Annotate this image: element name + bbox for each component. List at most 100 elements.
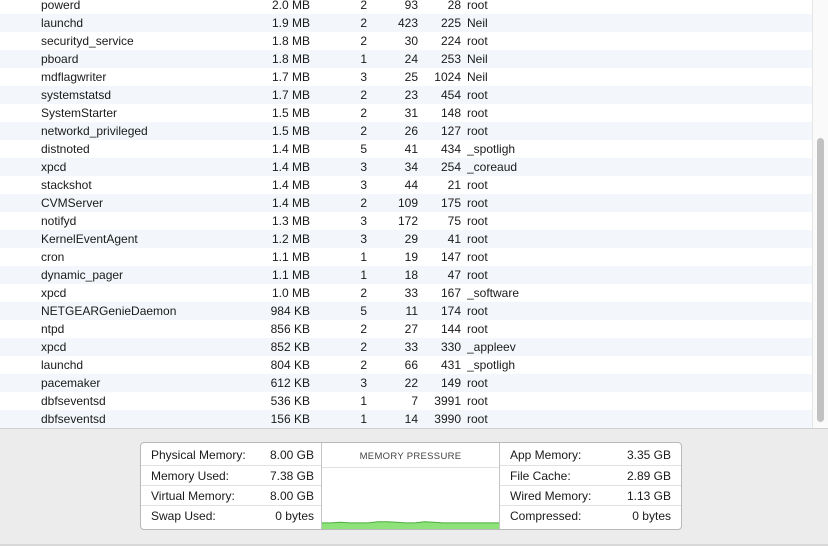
table-row[interactable]: launchd 1.9 MB 2 423 225 Neil [0,14,812,32]
cell-name: NETGEARGenieDaemon [41,304,177,318]
table-row[interactable]: pboard 1.8 MB 1 24 253 Neil [0,50,812,68]
process-list[interactable]: powerd 2.0 MB 2 93 28 root launchd 1.9 MB 2 423 22… [0,0,828,428]
table-row[interactable]: notifyd 1.3 MB 3 172 75 root [0,212,812,230]
cell-threads: 2 [360,16,367,30]
memory-pressure-panel: MEMORY PRESSURE [322,443,500,529]
cell-threads: 2 [360,106,367,120]
cell-user: Neil [467,16,488,30]
cell-memory: 612 KB [270,376,310,390]
table-row[interactable]: SystemStarter 1.5 MB 2 31 148 root [0,104,812,122]
scrollbar-thumb[interactable] [817,138,824,422]
cell-threads: 2 [360,322,367,336]
table-row[interactable]: mdflagwriter 1.7 MB 3 25 1024 Neil [0,68,812,86]
cell-name: xpcd [41,286,67,300]
table-row[interactable]: networkd_privileged 1.5 MB 2 26 127 root [0,122,812,140]
stat-label: Swap Used: [151,509,216,523]
cell-ports: 11 [405,304,418,318]
cell-threads: 1 [360,250,367,264]
cell-memory: 536 KB [270,394,310,408]
cell-threads: 2 [360,340,367,354]
table-row[interactable]: xpcd 1.0 MB 2 33 167 _software [0,284,812,302]
cell-ports: 26 [404,124,418,138]
cell-memory: 1.7 MB [271,88,310,102]
table-row[interactable]: stackshot 1.4 MB 3 44 21 root [0,176,812,194]
cell-name: systemstatsd [41,88,112,102]
table-row[interactable]: xpcd 852 KB 2 33 330 _appleev [0,338,812,356]
cell-name: SystemStarter [41,106,118,120]
scrollbar[interactable] [812,0,828,428]
stat-label: Virtual Memory: [151,489,235,503]
table-row[interactable]: ntpd 856 KB 2 27 144 root [0,320,812,338]
cell-ports: 18 [404,268,418,282]
cell-threads: 3 [360,376,367,390]
cell-ports: 41 [404,142,418,156]
cell-threads: 2 [360,34,367,48]
table-row[interactable]: distnoted 1.4 MB 5 41 434 _spotligh [0,140,812,158]
cell-ports: 19 [404,250,418,264]
stat-value: 0 bytes [275,509,314,523]
table-row[interactable]: pacemaker 612 KB 3 22 149 root [0,374,812,392]
stat-compressed: Compressed: 0 bytes [500,505,681,526]
cell-memory: 1.2 MB [271,232,310,246]
stat-value: 8.00 GB [269,489,314,503]
memory-pressure-graph [322,521,499,529]
cell-name: notifyd [41,214,77,228]
cell-memory: 1.1 MB [271,250,310,264]
cell-memory: 1.4 MB [271,160,310,174]
cell-memory: 1.8 MB [271,34,310,48]
cell-ports: 44 [404,178,418,192]
cell-pid: 21 [447,178,461,192]
cell-user: root [467,124,488,138]
cell-ports: 423 [397,16,418,30]
cell-threads: 3 [360,70,367,84]
cell-name: CVMServer [41,196,104,210]
cell-threads: 3 [360,232,367,246]
stat-value: 3.35 GB [626,448,671,462]
cell-threads: 1 [360,52,367,66]
pressure-line [322,521,499,524]
table-row[interactable]: securityd_service 1.8 MB 2 30 224 root [0,32,812,50]
cell-pid: 147 [440,250,461,264]
cell-user: root [467,232,488,246]
cell-name: stackshot [41,178,92,192]
cell-threads: 5 [360,142,367,156]
stat-label: Physical Memory: [151,448,246,462]
table-row[interactable]: systemstatsd 1.7 MB 2 23 454 root [0,86,812,104]
cell-threads: 1 [360,394,367,408]
cell-pid: 253 [440,52,461,66]
cell-pid: 174 [440,304,461,318]
cell-user: root [467,250,488,264]
table-row[interactable]: CVMServer 1.4 MB 2 109 175 root [0,194,812,212]
cell-pid: 149 [440,376,461,390]
cell-user: _coreaud [467,160,518,174]
cell-user: root [467,394,488,408]
table-row[interactable]: dbfseventsd 536 KB 1 7 3991 root [0,392,812,410]
cell-user: root [467,268,488,282]
cell-pid: 167 [440,286,461,300]
cell-name: pboard [41,52,79,66]
cell-name: pacemaker [41,376,101,390]
stat-label: App Memory: [510,448,582,462]
stat-app-memory: App Memory: 3.35 GB [500,445,681,465]
table-row[interactable]: powerd 2.0 MB 2 93 28 root [0,0,812,14]
cell-user: root [467,322,488,336]
table-row[interactable]: dbfseventsd 156 KB 1 14 3990 root [0,410,812,428]
cell-ports: 14 [404,412,418,426]
cell-user: root [467,376,488,390]
table-row[interactable]: cron 1.1 MB 1 19 147 root [0,248,812,266]
cell-ports: 22 [404,376,418,390]
cell-threads: 3 [360,178,367,192]
table-row[interactable]: KernelEventAgent 1.2 MB 3 29 41 root [0,230,812,248]
cell-name: cron [41,250,65,264]
cell-ports: 29 [404,232,418,246]
table-row[interactable]: launchd 804 KB 2 66 431 _spotligh [0,356,812,374]
table-row[interactable]: dynamic_pager 1.1 MB 1 18 47 root [0,266,812,284]
cell-ports: 66 [404,358,418,372]
cell-memory: 1.7 MB [271,70,310,84]
cell-ports: 31 [404,106,418,120]
table-row[interactable]: xpcd 1.4 MB 3 34 254 _coreaud [0,158,812,176]
cell-threads: 2 [360,88,367,102]
cell-ports: 33 [404,340,418,354]
table-row[interactable]: NETGEARGenieDaemon 984 KB 5 11 174 root [0,302,812,320]
memory-summary-panel: Physical Memory: 8.00 GB Memory Used: 7.… [0,428,828,546]
